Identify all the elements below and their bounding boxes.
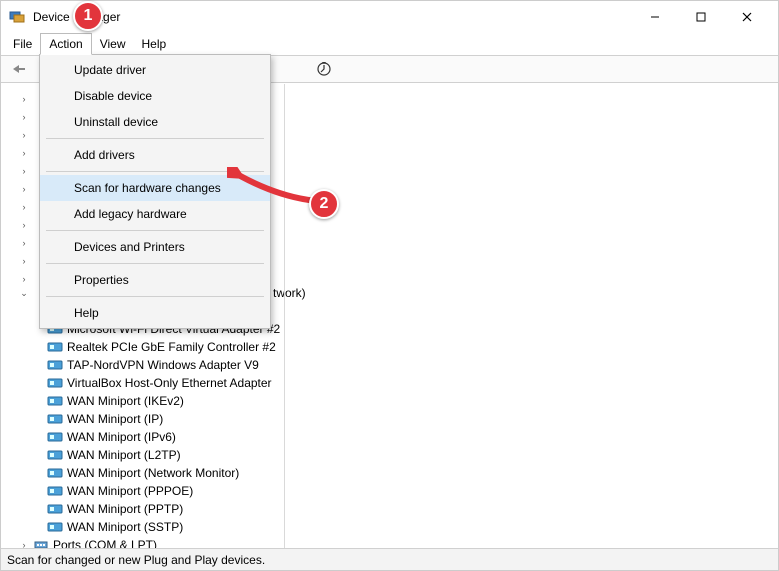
network-adapter-icon [47,447,63,463]
expander-icon[interactable]: › [17,130,31,140]
network-adapter-icon [47,339,63,355]
network-adapter-icon [47,483,63,499]
tree-category-ports[interactable]: › Ports (COM & LPT) [17,536,778,548]
tree-item[interactable]: Realtek PCIe GbE Family Controller #2 [47,338,778,356]
menu-help[interactable]: Help [134,33,175,55]
menu-disable-device[interactable]: Disable device [40,83,270,109]
menu-properties[interactable]: Properties [40,267,270,293]
back-button[interactable] [7,58,31,80]
tree-item-label: VirtualBox Host-Only Ethernet Adapter [67,376,272,390]
expander-icon[interactable]: › [17,148,31,158]
expander-icon[interactable]: › [17,238,31,248]
tree-item[interactable]: WAN Miniport (IPv6) [47,428,778,446]
tree-item-label: WAN Miniport (Network Monitor) [67,466,239,480]
menu-separator [46,230,264,231]
titlebar: Device Manager [1,1,778,33]
maximize-button[interactable] [678,1,724,33]
menu-file[interactable]: File [5,33,40,55]
menu-update-driver[interactable]: Update driver [40,57,270,83]
ports-icon [33,537,49,548]
statusbar: Scan for changed or new Plug and Play de… [1,548,778,570]
menu-separator [46,138,264,139]
tree-category-label: twork) [273,286,306,300]
menubar: File Action View Help [1,33,778,55]
tree-item[interactable]: VirtualBox Host-Only Ethernet Adapter [47,374,778,392]
network-adapter-icon [47,411,63,427]
pane-divider[interactable] [284,84,285,548]
expander-icon[interactable]: › [17,184,31,194]
statusbar-text: Scan for changed or new Plug and Play de… [7,553,265,567]
scan-toolbar-button[interactable] [312,58,336,80]
network-adapter-icon [47,375,63,391]
network-adapter-icon [47,501,63,517]
tree-item-label: Realtek PCIe GbE Family Controller #2 [67,340,276,354]
network-adapter-icon [47,429,63,445]
menu-separator [46,263,264,264]
menu-separator [46,296,264,297]
menu-devices-printers[interactable]: Devices and Printers [40,234,270,260]
tree-item[interactable]: WAN Miniport (IP) [47,410,778,428]
tree-item-label: WAN Miniport (IPv6) [67,430,176,444]
network-adapter-icon [47,519,63,535]
tree-item[interactable]: WAN Miniport (IKEv2) [47,392,778,410]
expander-icon[interactable]: › [17,220,31,230]
expander-icon[interactable]: › [17,274,31,284]
tree-item-label: TAP-NordVPN Windows Adapter V9 [67,358,259,372]
tree-item-label: WAN Miniport (L2TP) [67,448,181,462]
network-adapter-icon [47,357,63,373]
close-button[interactable] [724,1,770,33]
tree-item-label: WAN Miniport (PPPOE) [67,484,193,498]
tree-item-label: WAN Miniport (SSTP) [67,520,183,534]
tree-item[interactable]: WAN Miniport (PPPOE) [47,482,778,500]
tree-item[interactable]: WAN Miniport (PPTP) [47,500,778,518]
expander-icon[interactable]: › [17,202,31,212]
menu-help[interactable]: Help [40,300,270,326]
tree-item-label: WAN Miniport (PPTP) [67,502,183,516]
annotation-badge-1: 1 [73,1,103,31]
expander-icon[interactable]: › [17,538,31,548]
app-icon [9,9,25,25]
tree-item-label: Ports (COM & LPT) [53,538,157,548]
tree-item[interactable]: WAN Miniport (SSTP) [47,518,778,536]
tree-item[interactable]: WAN Miniport (L2TP) [47,446,778,464]
tree-item[interactable]: WAN Miniport (Network Monitor) [47,464,778,482]
annotation-badge-2: 2 [309,189,339,219]
menu-action[interactable]: Action [40,33,91,55]
expander-icon[interactable]: ⌄ [17,286,31,300]
menu-uninstall-device[interactable]: Uninstall device [40,109,270,135]
minimize-button[interactable] [632,1,678,33]
network-adapter-icon [47,465,63,481]
tree-stub-rows: › › › › › › › › › › › [17,90,31,288]
expander-icon[interactable]: › [17,94,31,104]
menu-add-drivers[interactable]: Add drivers [40,142,270,168]
expander-icon[interactable]: › [17,112,31,122]
expander-icon[interactable]: › [17,256,31,266]
tree-item-label: WAN Miniport (IP) [67,412,163,426]
tree-item-label: WAN Miniport (IKEv2) [67,394,184,408]
network-adapter-icon [47,393,63,409]
tree-item[interactable]: TAP-NordVPN Windows Adapter V9 [47,356,778,374]
menu-view[interactable]: View [92,33,134,55]
expander-icon[interactable]: › [17,166,31,176]
